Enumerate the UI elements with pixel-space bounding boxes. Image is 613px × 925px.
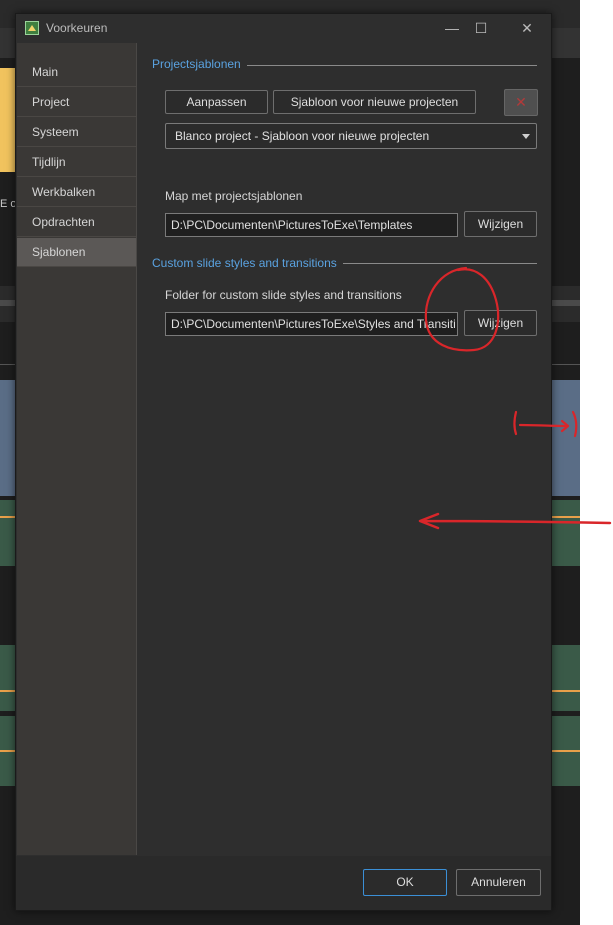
templates-folder-input[interactable]: D:\PC\Documenten\PicturesToExe\Templates (165, 213, 458, 237)
sidebar: Main Project Systeem Tijdlijn Werkbalken… (17, 43, 137, 855)
sidebar-item-templates[interactable]: Sjablonen (17, 238, 136, 267)
sidebar-item-project[interactable]: Project (17, 88, 136, 117)
ok-button[interactable]: OK (363, 869, 447, 896)
section-divider (343, 263, 537, 264)
window-title: Voorkeuren (46, 21, 108, 35)
background-thumbnail (0, 68, 16, 172)
delete-icon: ✕ (515, 94, 527, 110)
change-custom-styles-folder-button[interactable]: Wijzigen (464, 310, 537, 336)
title-bar: Voorkeuren — ☐ ✕ (16, 14, 551, 43)
cancel-button[interactable]: Annuleren (456, 869, 541, 896)
custom-styles-folder-input[interactable]: D:\PC\Documenten\PicturesToExe\Styles an… (165, 312, 458, 336)
change-templates-folder-button[interactable]: Wijzigen (464, 211, 537, 237)
customize-button[interactable]: Aanpassen (165, 90, 268, 114)
section-title-custom-styles: Custom slide styles and transitions (152, 256, 337, 270)
dialog-footer: OK Annuleren (16, 856, 551, 910)
close-button[interactable]: ✕ (513, 18, 541, 38)
delete-template-button[interactable]: ✕ (504, 89, 538, 116)
app-icon (25, 21, 39, 35)
template-select[interactable]: Blanco project - Sjabloon voor nieuwe pr… (165, 123, 537, 149)
section-title-project-templates: Projectsjablonen (152, 57, 241, 71)
settings-panel: Projectsjablonen Aanpassen Sjabloon voor… (137, 43, 551, 855)
template-select-value: Blanco project - Sjabloon voor nieuwe pr… (175, 129, 430, 143)
sidebar-item-commands[interactable]: Opdrachten (17, 208, 136, 237)
sidebar-item-toolbars[interactable]: Werkbalken (17, 178, 136, 207)
maximize-button[interactable]: ☐ (467, 18, 495, 38)
sidebar-item-system[interactable]: Systeem (17, 118, 136, 147)
templates-folder-label: Map met projectsjablonen (165, 189, 303, 203)
custom-styles-folder-label: Folder for custom slide styles and trans… (165, 288, 402, 302)
chevron-down-icon (522, 134, 530, 139)
sidebar-item-main[interactable]: Main (17, 58, 136, 87)
new-project-template-button[interactable]: Sjabloon voor nieuwe projecten (273, 90, 476, 114)
section-divider (247, 65, 537, 66)
minimize-button[interactable]: — (438, 18, 466, 38)
preferences-dialog: Voorkeuren — ☐ ✕ Main Project Systeem Ti… (15, 13, 552, 911)
sidebar-item-timeline[interactable]: Tijdlijn (17, 148, 136, 177)
